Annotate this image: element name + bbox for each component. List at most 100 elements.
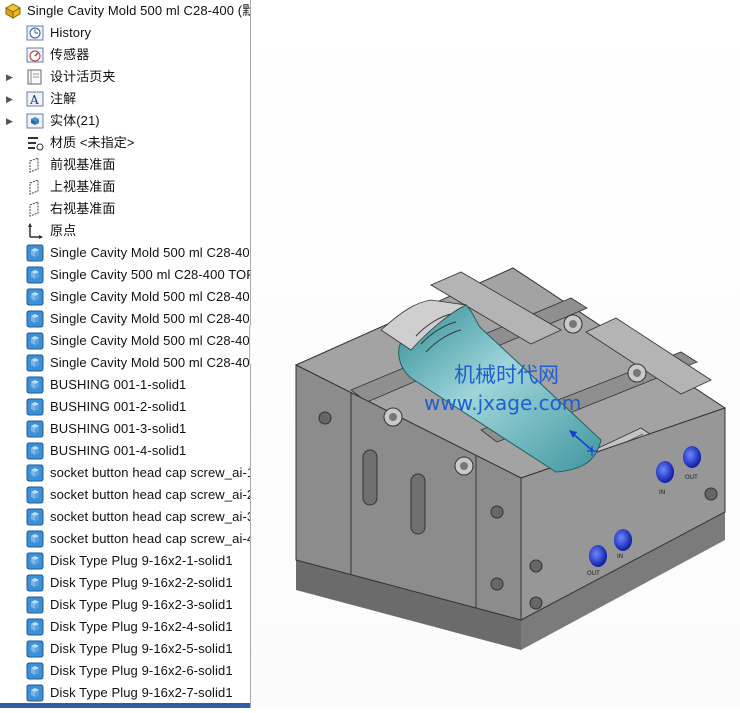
tree-item[interactable]: ▶ 实体(21): [0, 110, 250, 132]
tree-item-label: Disk Type Plug 9-16x2-3-solid1: [50, 597, 233, 612]
tree-item[interactable]: Disk Type Plug 9-16x2-3-solid1: [0, 594, 250, 616]
tree-item-label: 材质 <未指定>: [50, 135, 135, 150]
tree-item-label: socket button head cap screw_ai-1: [50, 465, 250, 480]
imported-body-icon: [26, 464, 44, 482]
tree-item[interactable]: 上视基准面: [0, 176, 250, 198]
tree-item[interactable]: 传感器: [0, 44, 250, 66]
history-icon: [26, 24, 44, 42]
imported-body-icon: [26, 354, 44, 372]
port-in-icon: [614, 529, 632, 551]
imported-body-icon: [26, 530, 44, 548]
part-icon: [4, 2, 22, 20]
material-icon: [26, 134, 44, 152]
annotations-icon: A: [26, 90, 44, 108]
tree-item[interactable]: BUSHING 001-2-solid1: [0, 396, 250, 418]
tree-item-label: History: [50, 25, 92, 40]
tree-item[interactable]: socket button head cap screw_ai-1: [0, 462, 250, 484]
imported-body-icon: [26, 486, 44, 504]
mold-model-view[interactable]: IN OUT OUT IN 机械时代网 www.jxage.com: [251, 0, 740, 708]
tree-item-label: 设计活页夹: [50, 69, 116, 84]
tree-item[interactable]: Disk Type Plug 9-16x2-7-solid1: [0, 682, 250, 704]
port-label: IN: [659, 489, 665, 496]
tree-item[interactable]: Single Cavity Mold 500 ml C28-400: [0, 242, 250, 264]
svg-text:A: A: [29, 93, 39, 107]
tree-item[interactable]: Single Cavity 500 ml C28-400 TOP: [0, 264, 250, 286]
tree-item-label: 注解: [50, 91, 77, 106]
tree-item-label: BUSHING 001-3-solid1: [50, 421, 187, 436]
tree-item-label: Single Cavity Mold 500 ml C28-400: [50, 289, 250, 304]
tree-scroll-indicator: [0, 703, 250, 708]
imported-body-icon: [26, 618, 44, 636]
tree-item[interactable]: BUSHING 001-3-solid1: [0, 418, 250, 440]
tree-item-label: Single Cavity Mold 500 ml C28-400: [50, 311, 250, 326]
imported-body-icon: [26, 662, 44, 680]
imported-body-icon: [26, 310, 44, 328]
tree-item-label: BUSHING 001-4-solid1: [50, 443, 187, 458]
tree-item-label: Disk Type Plug 9-16x2-5-solid1: [50, 641, 233, 656]
tree-item-label: 上视基准面: [50, 179, 116, 194]
tree-item[interactable]: Single Cavity Mold 500 ml C28-400: [0, 352, 250, 374]
tree-item[interactable]: Disk Type Plug 9-16x2-2-solid1: [0, 572, 250, 594]
tree-item-label: Single Cavity Mold 500 ml C28-400: [50, 245, 250, 260]
graphics-viewport[interactable]: IN OUT OUT IN 机械时代网 www.jxage.com: [251, 0, 740, 708]
tree-item-label: Disk Type Plug 9-16x2-4-solid1: [50, 619, 233, 634]
watermark-title: 机械时代网: [454, 363, 559, 387]
imported-body-icon: [26, 640, 44, 658]
tree-item[interactable]: ▶ 设计活页夹: [0, 66, 250, 88]
expand-arrow-icon[interactable]: ▶: [6, 71, 16, 83]
tree-item[interactable]: Single Cavity Mold 500 ml C28-400: [0, 286, 250, 308]
imported-body-icon: [26, 508, 44, 526]
tree-item[interactable]: History: [0, 22, 250, 44]
port-in-icon: [656, 461, 674, 483]
tree-item-label: Single Cavity Mold 500 ml C28-400: [50, 355, 250, 370]
imported-body-icon: [26, 574, 44, 592]
imported-body-icon: [26, 332, 44, 350]
tree-root-part[interactable]: Single Cavity Mold 500 ml C28-400 (默: [0, 0, 250, 22]
tree-item[interactable]: 原点: [0, 220, 250, 242]
expand-arrow-icon[interactable]: ▶: [6, 115, 16, 127]
plane-icon: [26, 200, 44, 218]
tree-item-label: socket button head cap screw_ai-3: [50, 509, 250, 524]
port-out-icon: [589, 545, 607, 567]
tree-item-label: 实体(21): [50, 113, 100, 128]
port-label: IN: [617, 553, 623, 560]
port-out-icon: [683, 446, 701, 468]
tree-item[interactable]: Disk Type Plug 9-16x2-5-solid1: [0, 638, 250, 660]
tree-item[interactable]: socket button head cap screw_ai-4: [0, 528, 250, 550]
tree-item[interactable]: 右视基准面: [0, 198, 250, 220]
expand-arrow-icon[interactable]: ▶: [6, 93, 16, 105]
imported-body-icon: [26, 288, 44, 306]
origin-icon: [26, 222, 44, 240]
tree-item[interactable]: Disk Type Plug 9-16x2-6-solid1: [0, 660, 250, 682]
plane-icon: [26, 178, 44, 196]
tree-item[interactable]: BUSHING 001-4-solid1: [0, 440, 250, 462]
imported-body-icon: [26, 552, 44, 570]
tree-item[interactable]: Disk Type Plug 9-16x2-4-solid1: [0, 616, 250, 638]
tree-item[interactable]: 前视基准面: [0, 154, 250, 176]
imported-body-icon: [26, 266, 44, 284]
feature-tree: Single Cavity Mold 500 ml C28-400 (默 Hist…: [0, 0, 250, 708]
imported-body-icon: [26, 376, 44, 394]
tree-item[interactable]: Single Cavity Mold 500 ml C28-400: [0, 330, 250, 352]
tree-item[interactable]: BUSHING 001-1-solid1: [0, 374, 250, 396]
tree-item[interactable]: socket button head cap screw_ai-3: [0, 506, 250, 528]
tree-item[interactable]: Disk Type Plug 9-16x2-1-solid1: [0, 550, 250, 572]
tree-item[interactable]: socket button head cap screw_ai-2: [0, 484, 250, 506]
solid-bodies-icon: [26, 112, 44, 130]
sensor-icon: [26, 46, 44, 64]
imported-body-icon: [26, 244, 44, 262]
tree-item-label: 右视基准面: [50, 201, 116, 216]
tree-item-label: Disk Type Plug 9-16x2-7-solid1: [50, 685, 233, 700]
design-binder-icon: [26, 68, 44, 86]
tree-item-label: socket button head cap screw_ai-2: [50, 487, 250, 502]
tree-item[interactable]: Single Cavity Mold 500 ml C28-400: [0, 308, 250, 330]
port-label: OUT: [587, 570, 600, 577]
tree-item[interactable]: 材质 <未指定>: [0, 132, 250, 154]
tree-item-label: Single Cavity Mold 500 ml C28-400: [50, 333, 250, 348]
port-label: OUT: [685, 474, 698, 481]
plane-icon: [26, 156, 44, 174]
tree-item-label: Disk Type Plug 9-16x2-6-solid1: [50, 663, 233, 678]
tree-item[interactable]: ▶ A 注解: [0, 88, 250, 110]
tree-item-label: Single Cavity Mold 500 ml C28-400 (默: [27, 3, 250, 18]
tree-item-label: 前视基准面: [50, 157, 116, 172]
